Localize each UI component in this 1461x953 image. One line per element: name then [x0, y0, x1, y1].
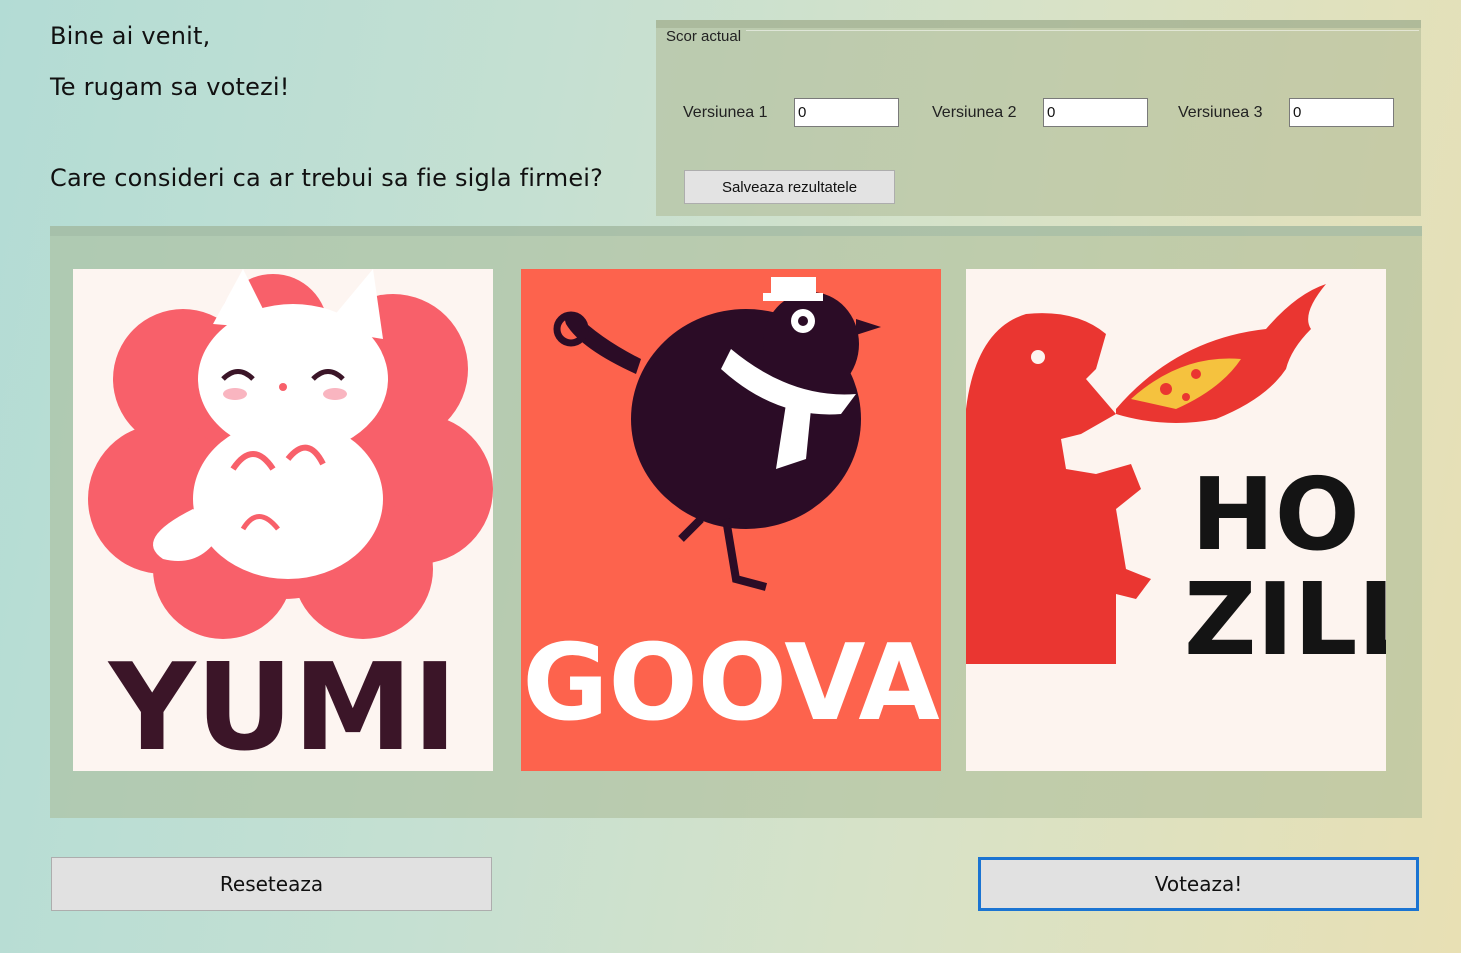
version-3-score-field[interactable]: [1289, 98, 1394, 127]
version-2-label: Versiunea 2: [932, 104, 1017, 121]
version-3-label: Versiunea 3: [1178, 104, 1263, 121]
current-score-group: Scor actual Versiunea 1 Versiunea 2 Vers…: [656, 20, 1421, 216]
cat-icon: YUMI: [73, 269, 493, 771]
hozill-wordmark-line-2: ZILL: [1184, 561, 1386, 678]
hozill-wordmark-line-1: HO: [1191, 456, 1360, 573]
group-border: [746, 30, 1419, 31]
version-1-label: Versiunea 1: [683, 104, 768, 121]
dinosaur-icon: HO ZILL: [966, 269, 1386, 771]
logo-option-1[interactable]: YUMI: [73, 269, 493, 771]
vote-button[interactable]: Voteaza!: [978, 857, 1419, 911]
score-group-title: Scor actual: [666, 28, 742, 45]
save-results-button[interactable]: Salveaza rezultatele: [684, 170, 895, 204]
vote-request-text: Te rugam sa votezi!: [50, 73, 290, 101]
logo-options-panel: YUMI GOOVA HO ZIL: [50, 226, 1422, 818]
question-text: Care consideri ca ar trebui sa fie sigla…: [50, 164, 604, 192]
goova-wordmark: GOOVA: [522, 622, 939, 744]
welcome-text: Bine ai venit,: [50, 22, 211, 50]
logo-option-3[interactable]: HO ZILL: [966, 269, 1386, 771]
reset-button[interactable]: Reseteaza: [51, 857, 492, 911]
bird-icon: GOOVA: [521, 269, 941, 771]
logo-option-2[interactable]: GOOVA: [521, 269, 941, 771]
yumi-wordmark: YUMI: [107, 639, 457, 771]
version-1-score-field[interactable]: [794, 98, 899, 127]
version-2-score-field[interactable]: [1043, 98, 1148, 127]
